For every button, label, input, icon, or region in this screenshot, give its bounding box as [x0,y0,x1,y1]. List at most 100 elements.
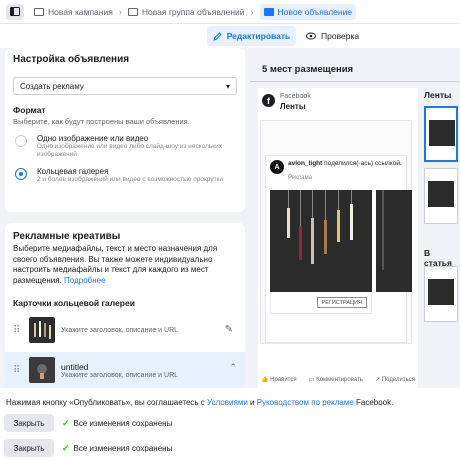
platform-name: Facebook [280,93,311,100]
card-description: Укажите заголовок, описание и URL [61,371,179,379]
comment-label: Комментировать [316,377,363,383]
breadcrumb-ad-label: Новое объявление [277,6,353,17]
grid-icon [127,7,138,16]
carousel-card[interactable]: ⠿ Укажите заголовок, описание и URL ✎ [13,312,237,348]
edit-mode-button[interactable]: Редактировать [207,26,296,46]
side-articles-label: В статья [424,248,452,268]
format-option-carousel[interactable]: Кольцевая галерея 2 и более изображений … [13,167,237,184]
breadcrumb-bar: Новая кампания › Новая группа объявлений… [0,0,460,24]
folder-icon [34,7,44,16]
review-mode-label: Проверка [321,31,360,41]
more-icon[interactable]: ··· [394,160,402,169]
share-label: Поделиться [381,377,415,383]
card-title: untitled [61,361,89,372]
lamp-image-icon [37,364,47,379]
carousel-image-2 [376,190,412,292]
placement-thumb-feed-1[interactable] [424,106,458,162]
format-option-single-label: Одно изображение или видео [37,134,149,143]
edit-mode-label: Редактировать [226,31,291,41]
feed-label: Ленты [280,102,306,111]
radio-single[interactable] [15,135,27,147]
like-label: Нравится [270,377,297,383]
placement-thumb-article[interactable] [424,266,458,322]
placements-title: 5 мест размещения [262,64,354,75]
carousel-image-1 [270,190,372,292]
facebook-feed-preview[interactable]: f Facebook Ленты A avion_light поделился… [258,88,418,388]
post-card: A avion_light поделился(-ась) ссылкой. Р… [265,155,412,343]
avatar: A [270,160,284,174]
format-option-single-desc: Одно изображение или видео либо слайд-шо… [37,143,222,158]
preview-panel: 5 мест размещения f Facebook Ленты A avi… [250,48,460,388]
eye-icon [306,32,316,40]
close-button[interactable]: Закрыть [4,414,54,432]
chevron-right-icon: › [250,6,254,17]
sidebar-toggle-button[interactable] [6,3,24,20]
placement-thumb-image [428,279,454,305]
save-status: ✓ Все изменения сохранены [62,418,172,429]
cta-area: РЕГИСТРАЦИЯ [270,292,372,314]
post-action: поделился(-ась) ссылкой. [324,160,402,167]
radio-carousel[interactable] [16,169,26,179]
like-button[interactable]: 👍 Нравится [261,376,297,383]
guide-link[interactable]: Руководством по рекламе [257,398,354,407]
breadcrumb-campaign-label: Новая кампания [48,6,113,17]
review-mode-button[interactable]: Проверка [306,26,366,46]
learn-more-link[interactable]: Подробнее [64,276,106,285]
breadcrumb-ad[interactable]: Новое объявление [259,3,357,20]
pencil-icon [213,31,222,41]
cta-button[interactable]: РЕГИСТРАЦИЯ [316,297,367,308]
chevron-down-icon: ▾ [225,81,230,91]
placement-thumb-feed-2[interactable] [424,168,458,224]
placement-thumb-image [429,120,455,146]
creatives-title: Рекламные креативы [13,231,121,242]
card-thumbnail [29,357,55,383]
chevron-right-icon: › [118,6,122,17]
breadcrumb-adset[interactable]: Новая группа объявлений [127,6,245,17]
consent-and: и [247,398,257,407]
close-button[interactable]: Закрыть [4,439,54,457]
divider [250,81,460,82]
mode-bar: Редактировать Проверка [0,24,460,48]
card-thumbnail [29,317,55,343]
creatives-description: Выберите медиафайлы, текст и место назна… [13,244,237,286]
sidebar-icon [10,7,20,16]
format-option-single[interactable]: Одно изображение или видео Одно изображе… [13,134,237,159]
ad-icon [263,7,274,16]
carousel-cards-title: Карточки кольцевой галереи [13,298,135,308]
save-status: ✓ Все изменения сохранены [62,443,172,454]
editor-panel: Настройка объявления Создать рекламу ▾ Ф… [0,48,250,388]
drag-handle-icon[interactable]: ⠿ [13,325,21,336]
breadcrumb-campaign[interactable]: Новая кампания [34,7,113,17]
placement-thumb-image [428,181,454,207]
format-option-carousel-desc: 2 и более изображений или видео с возмож… [37,176,224,183]
ad-settings-card: Настройка объявления Создать рекламу ▾ Ф… [5,48,245,212]
create-ad-select[interactable]: Создать рекламу ▾ [13,77,237,95]
post-sponsored: Реклама [288,175,313,181]
save-status-label: Все изменения сохранены [73,444,173,453]
breadcrumb-adset-label: Новая группа объявлений [141,6,245,17]
creatives-card: Рекламные креативы Выберите медиафайлы, … [5,223,245,388]
share-button[interactable]: ↗ Поделиться [375,376,415,383]
footer-bar: Нажимая кнопку «Опубликовать», вы соглаш… [0,388,460,460]
check-icon: ✓ [62,418,70,428]
format-description: Выберите, как будут построены ваши объяв… [13,117,190,126]
check-icon: ✓ [62,443,70,453]
creatives-text: Выберите медиафайлы, текст и место назна… [13,244,218,285]
drag-handle-icon[interactable]: ⠿ [13,365,21,376]
consent-prefix: Нажимая кнопку «Опубликовать», вы соглаш… [6,398,208,407]
edit-pencil-icon[interactable]: ✎ [225,324,233,335]
save-status-label: Все изменения сохранены [73,419,173,428]
format-option-carousel-label: Кольцевая галерея [37,167,109,176]
comment-button[interactable]: ▭ Комментировать [309,376,363,383]
post-header: avion_light поделился(-ась) ссылкой. [288,160,402,168]
chevron-up-icon[interactable]: ⌃ [229,362,237,373]
ad-settings-title: Настройка объявления [13,54,130,65]
format-title: Формат [13,105,46,115]
facebook-logo-icon: f [262,94,275,107]
terms-link[interactable]: Условиями [207,398,248,407]
consent-suffix: Facebook. [353,398,394,407]
carousel-card-selected[interactable]: ⠿ untitled Укажите заголовок, описание и… [5,352,245,388]
post-preview: A avion_light поделился(-ась) ссылкой. Р… [260,120,412,344]
consent-text: Нажимая кнопку «Опубликовать», вы соглаш… [6,398,393,407]
post-actions: 👍 Нравится ▭ Комментировать ↗ Поделиться [258,376,418,383]
